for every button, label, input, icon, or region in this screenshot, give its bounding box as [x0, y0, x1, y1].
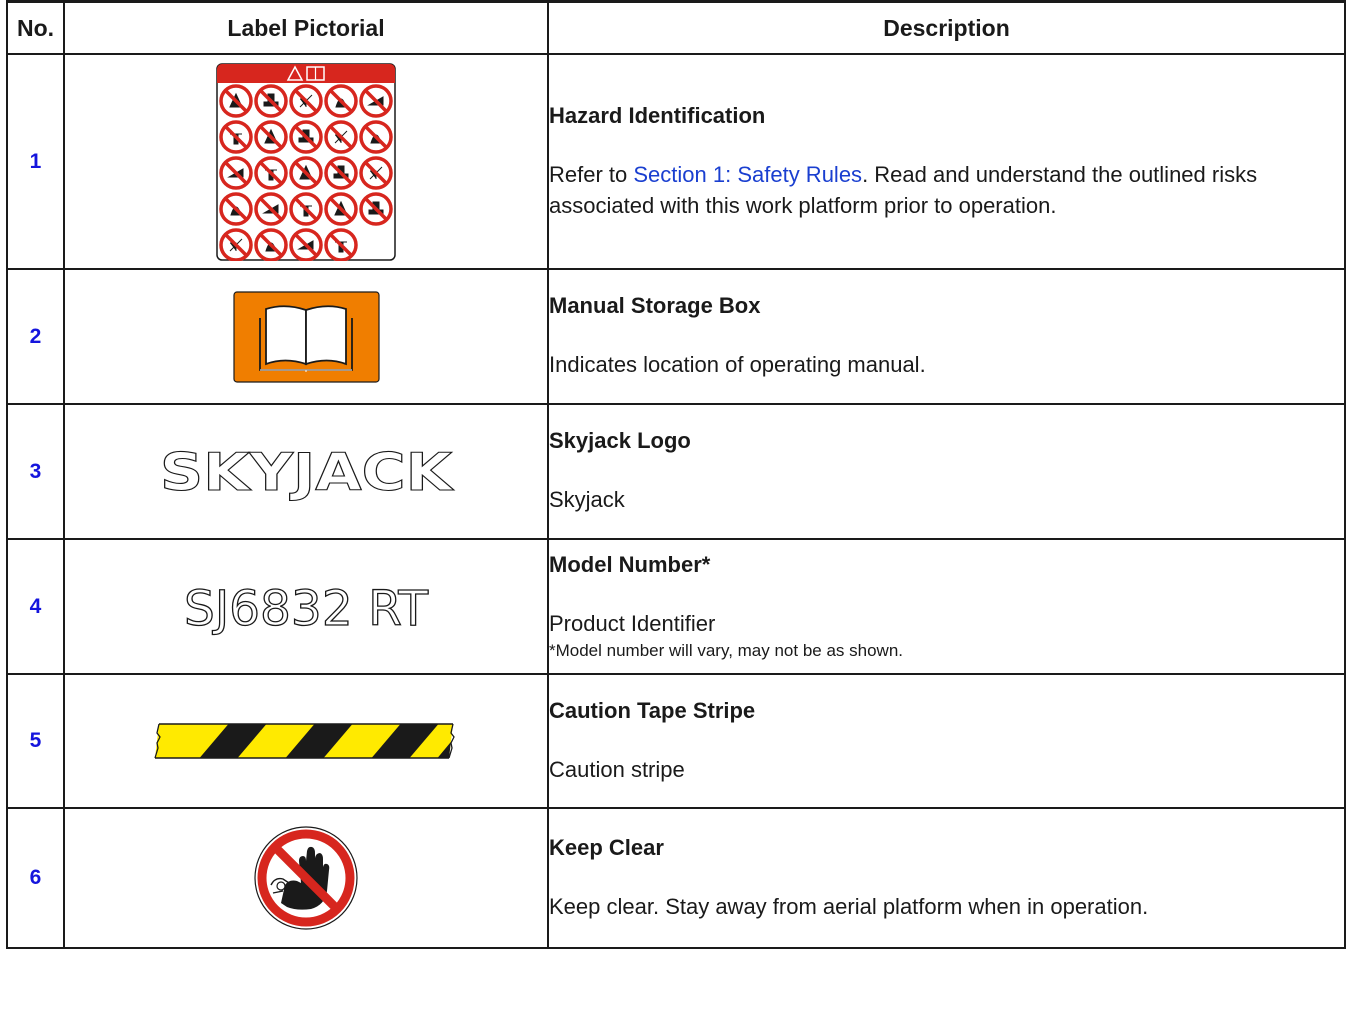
description-title: Model Number*: [549, 552, 711, 577]
description-cell: Caution Tape Stripe Caution stripe: [547, 673, 1346, 809]
header-no: No.: [6, 0, 65, 55]
description-cell: Keep Clear Keep clear. Stay away from ae…: [547, 807, 1346, 949]
prohibition-icon: [289, 83, 323, 118]
label-pictorial: [63, 673, 549, 809]
prohibition-icon: [219, 191, 253, 226]
row-number: 2: [6, 268, 65, 405]
description-title: Caution Tape Stripe: [549, 697, 756, 723]
description-body: Refer to Section 1: Safety Rules. Read a…: [549, 159, 1344, 221]
row-number: 6: [6, 807, 65, 949]
prohibition-icon: [219, 83, 253, 118]
section-link[interactable]: Section 1: Safety Rules: [633, 162, 862, 187]
label-pictorial: [63, 53, 549, 270]
prohibition-icon: [219, 227, 253, 261]
prohibition-icon: [359, 191, 393, 226]
row-number: 1: [6, 53, 65, 270]
model-number-text: SJ6832 RT: [184, 581, 429, 637]
prohibition-icon: [324, 155, 358, 190]
table-row: 3 SKYJACK Skyjack Logo Skyjack: [6, 403, 1346, 540]
prohibition-icon: [219, 155, 253, 190]
description-title: Keep Clear: [549, 834, 664, 860]
description-body: Keep clear. Stay away from aerial platfo…: [549, 893, 1149, 919]
row-number: 3: [6, 403, 65, 540]
prohibition-icon: [254, 155, 288, 190]
prohibition-icon: [324, 227, 358, 261]
table-row: 5 Caution Tape Stripe Caution stripe: [6, 673, 1346, 809]
table-header: No. Label Pictorial Description: [6, 0, 1346, 55]
label-pictorial: [63, 807, 549, 949]
prohibition-icon: [324, 191, 358, 226]
safety-label-table: No. Label Pictorial Description 1 Hazard…: [6, 0, 1346, 949]
table-row: 1 Hazard Identification Refer to Section…: [6, 53, 1346, 270]
prohibition-icon: [359, 155, 393, 190]
header-pictorial: Label Pictorial: [63, 0, 549, 55]
prohibition-icon: [359, 83, 393, 118]
description-title: Skyjack Logo: [549, 428, 691, 453]
description-body: Skyjack: [549, 487, 625, 512]
label-pictorial: SKYJACK: [63, 403, 549, 540]
description-body: Product Identifier: [549, 611, 716, 636]
prohibition-icon: [254, 191, 288, 226]
prohibition-icon: [359, 119, 393, 154]
manual-book-icon: [232, 290, 380, 383]
label-pictorial: SJ6832 RT: [63, 538, 549, 675]
prohibition-icon: [254, 119, 288, 154]
description-cell: Model Number* Product Identifier *Model …: [547, 538, 1346, 675]
description-body: Indicates location of operating manual.: [549, 352, 926, 377]
skyjack-logo-text: SKYJACK: [160, 443, 454, 503]
prohibition-icon: [289, 191, 323, 226]
model-number-decal: SJ6832 RT: [183, 580, 429, 637]
prohibition-icon: [324, 119, 358, 154]
row-number: 4: [6, 538, 65, 675]
table-row: 6 Keep Clear Keep clear. Stay away from …: [6, 807, 1346, 949]
prohibition-icon: [289, 227, 323, 261]
caution-stripe: [154, 723, 455, 759]
label-pictorial: [63, 268, 549, 405]
row-number: 5: [6, 673, 65, 809]
prohibition-icon: [324, 83, 358, 118]
header-description: Description: [547, 0, 1346, 55]
description-cell: Hazard Identification Refer to Section 1…: [547, 53, 1346, 270]
skyjack-logo: SKYJACK: [159, 442, 454, 503]
prohibition-icon: [254, 227, 288, 261]
description-cell: Skyjack Logo Skyjack: [547, 403, 1346, 540]
description-cell: Manual Storage Box Indicates location of…: [547, 268, 1346, 405]
description-title: Hazard Identification: [549, 102, 766, 128]
body-text: Refer to: [549, 161, 634, 187]
description-note: *Model number will vary, may not be as s…: [549, 641, 904, 660]
description-body: Caution stripe: [549, 756, 685, 782]
prohibition-icon: [289, 155, 323, 190]
prohibition-pictograms-label: [216, 62, 396, 261]
prohibition-icon: [254, 83, 288, 118]
prohibition-icon: [289, 119, 323, 154]
prohibition-icon: [219, 119, 253, 154]
table-row: 2 Manual Storage Box Indicates location …: [6, 268, 1346, 405]
keep-clear-hand-icon: [254, 826, 358, 930]
description-title: Manual Storage Box: [549, 293, 761, 318]
table-row: 4 SJ6832 RT Model Number* Product Identi…: [6, 538, 1346, 675]
